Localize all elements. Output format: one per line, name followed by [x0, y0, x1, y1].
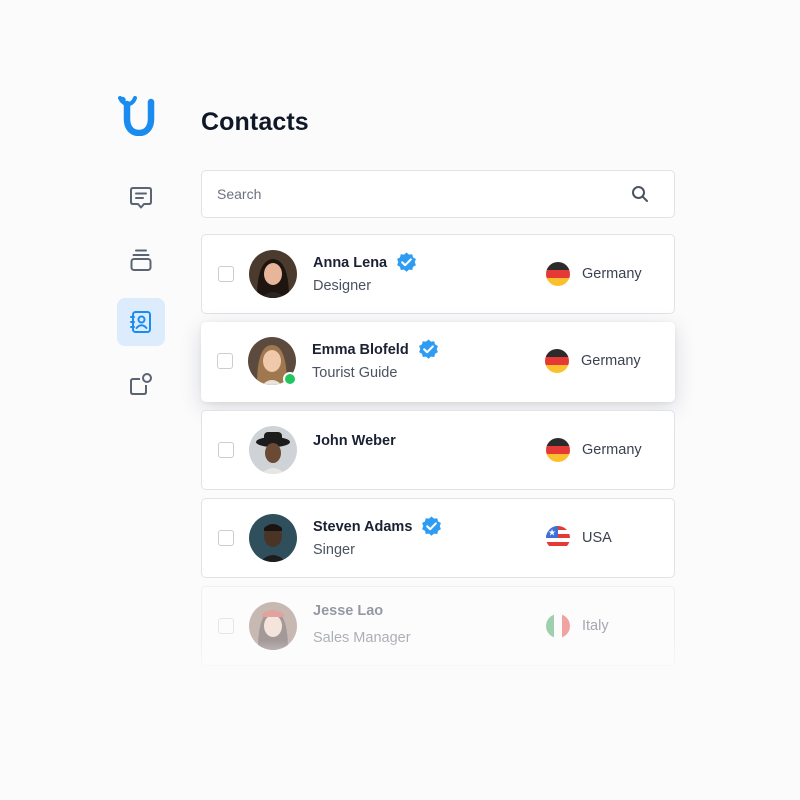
contact-country: Germany	[582, 266, 642, 282]
list-fade-overlay	[190, 640, 690, 680]
stack-icon	[130, 249, 152, 271]
search-icon	[632, 186, 648, 202]
online-status-indicator	[283, 372, 297, 386]
germany-flag-icon	[545, 349, 569, 373]
contact-name: Jesse Lao	[313, 603, 384, 619]
verified-badge-icon	[422, 516, 442, 536]
contact-row[interactable]: John Weber Germany	[201, 410, 675, 490]
contact-row[interactable]: Emma Blofeld Tourist Guide Germany	[201, 322, 675, 402]
contact-country: Germany	[581, 353, 641, 369]
name-line: Emma Blofeld	[312, 338, 440, 361]
name-line: Steven Adams	[313, 515, 443, 538]
verified-badge-icon	[397, 252, 417, 272]
contact-name: Steven Adams	[313, 518, 413, 535]
italy-flag-icon	[546, 614, 570, 638]
row-checkbox[interactable]	[218, 266, 234, 282]
nav-stack[interactable]	[117, 236, 165, 284]
contact-name: John Weber	[313, 433, 396, 449]
nav-messages[interactable]	[117, 174, 165, 222]
svg-text:★: ★	[548, 529, 556, 539]
avatar	[249, 426, 297, 474]
contact-country: Italy	[582, 618, 609, 634]
row-checkbox[interactable]	[218, 530, 234, 546]
search-button[interactable]	[616, 171, 664, 217]
avatar	[249, 514, 297, 562]
row-checkbox[interactable]	[218, 618, 234, 634]
search-box	[201, 170, 675, 218]
contact-role: Tourist Guide	[312, 365, 398, 381]
contact-row[interactable]: Anna Lena Designer Germany	[201, 234, 675, 314]
germany-flag-icon	[546, 438, 570, 462]
chat-icon	[130, 187, 152, 209]
contact-name: Anna Lena	[313, 254, 388, 271]
app-logo	[118, 96, 155, 136]
shapes-icon	[130, 373, 152, 395]
nav-contacts[interactable]	[117, 298, 165, 346]
contacts-book-icon	[130, 311, 151, 333]
name-line: Anna Lena	[313, 251, 418, 274]
search-input[interactable]	[202, 171, 616, 217]
verified-badge-icon	[418, 339, 438, 359]
contact-role: Designer	[313, 278, 372, 294]
nav-shapes[interactable]	[117, 360, 165, 408]
row-checkbox[interactable]	[218, 442, 234, 458]
name-line: Jesse Lao	[313, 603, 383, 619]
avatar	[249, 250, 297, 298]
germany-flag-icon	[546, 262, 570, 286]
page-title: Contacts	[201, 108, 309, 136]
name-line: John Weber	[313, 433, 396, 449]
contact-country: Germany	[582, 442, 642, 458]
contact-row[interactable]: Steven Adams Singer ★ USA	[201, 498, 675, 578]
contact-role: Singer	[313, 542, 355, 558]
row-checkbox[interactable]	[217, 353, 233, 369]
contact-country: USA	[582, 530, 612, 546]
contact-name: Emma Blofeld	[312, 341, 409, 358]
usa-flag-icon: ★	[546, 526, 570, 550]
